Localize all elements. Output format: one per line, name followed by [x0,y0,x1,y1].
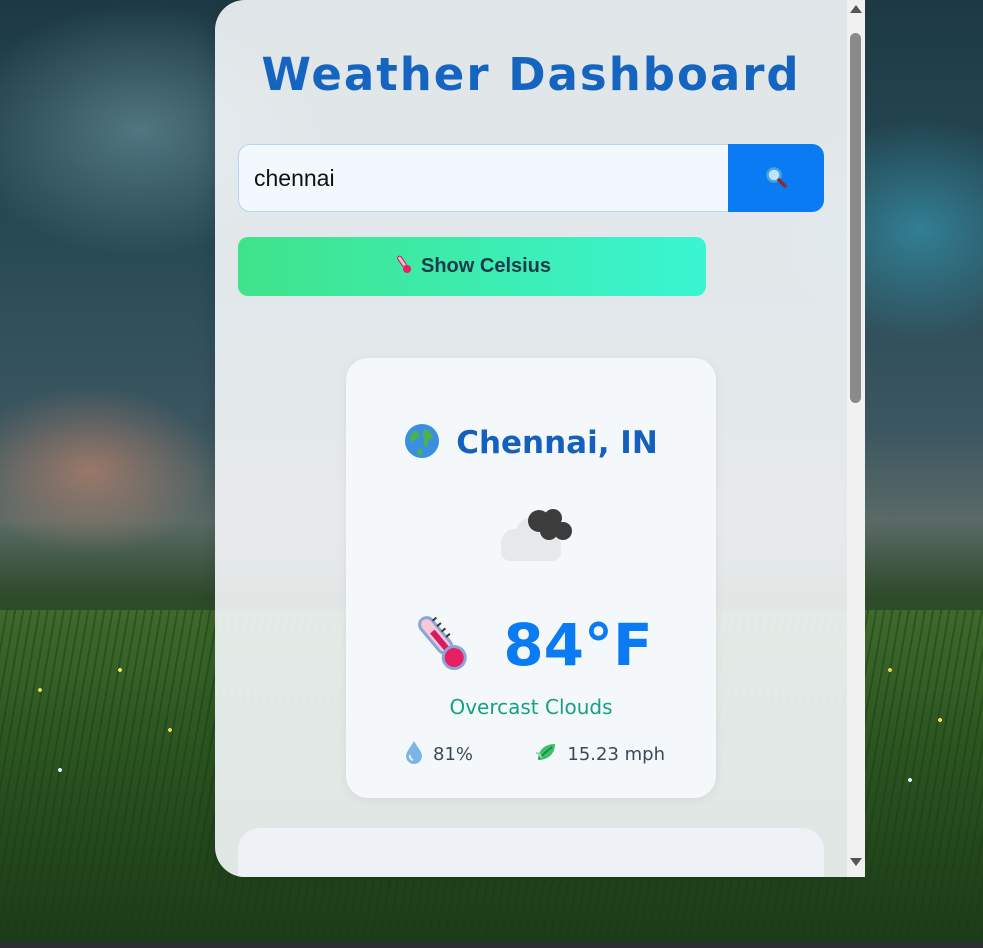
wind-value: 15.23 mph [567,744,665,765]
search-bar [238,144,824,212]
wind-leaf-icon [535,741,557,768]
show-celsius-button[interactable]: Show Celsius [238,237,706,296]
dashboard-panel: Weather Dashboard Show Celsius [215,0,847,877]
search-button[interactable] [728,144,824,212]
city-search-input[interactable] [238,144,728,212]
scroll-thumb[interactable] [850,33,861,403]
thermometer-icon [409,610,475,680]
page-title: Weather Dashboard [261,48,801,101]
wind-stat: 15.23 mph [535,741,665,768]
scroll-up-arrow-icon[interactable] [850,5,862,13]
thermometer-icon [393,253,413,281]
droplet-icon [405,740,423,769]
window-bottom-edge [0,942,983,948]
temperature-row: 84°F [215,610,847,680]
location-row: Chennai, IN [215,423,847,463]
weather-stats: 81% 15.23 mph [405,740,665,769]
magnifier-icon [764,165,788,192]
location-name: Chennai, IN [456,425,658,461]
weather-description: Overcast Clouds [449,695,613,719]
cloud-icon [487,505,577,569]
vertical-scrollbar[interactable] [847,0,865,877]
forecast-card [238,828,824,877]
scroll-down-arrow-icon[interactable] [850,858,862,866]
humidity-value: 81% [433,744,474,765]
globe-icon [404,423,440,463]
humidity-stat: 81% [405,740,473,769]
temperature-value: 84°F [503,611,653,679]
show-celsius-label: Show Celsius [420,255,552,277]
